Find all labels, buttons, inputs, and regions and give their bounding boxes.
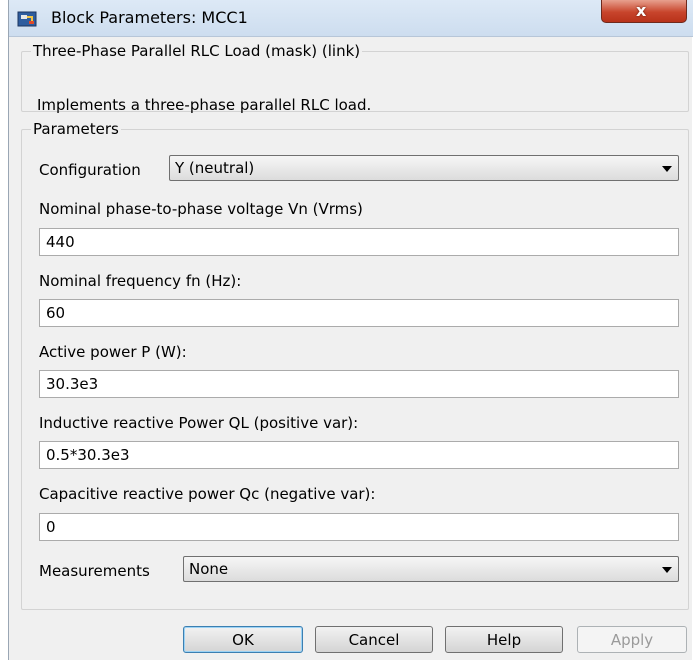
parameters-legend: Parameters	[33, 120, 119, 138]
title-bar[interactable]: Block Parameters: MCC1 x	[9, 0, 693, 37]
inductive-power-input[interactable]	[39, 441, 679, 469]
cancel-button[interactable]: Cancel	[315, 626, 433, 653]
configuration-dropdown[interactable]: Y (neutral)	[169, 155, 679, 181]
ok-button[interactable]: OK	[183, 626, 303, 653]
capacitive-power-label: Capacitive reactive power Qc (negative v…	[39, 485, 376, 503]
apply-button[interactable]: Apply	[577, 626, 687, 653]
window-title: Block Parameters: MCC1	[51, 8, 248, 27]
inductive-power-label: Inductive reactive Power QL (positive va…	[39, 414, 359, 432]
simulink-block-icon	[17, 11, 37, 27]
mask-description: Implements a three-phase parallel RLC lo…	[37, 96, 372, 114]
voltage-label: Nominal phase-to-phase voltage Vn (Vrms)	[39, 200, 363, 218]
active-power-label: Active power P (W):	[39, 343, 187, 361]
measurements-label: Measurements	[39, 562, 150, 580]
mask-description-group: Three-Phase Parallel RLC Load (mask) (li…	[21, 42, 689, 114]
capacitive-power-input[interactable]	[39, 513, 679, 541]
block-parameters-dialog: Block Parameters: MCC1 x Three-Phase Par…	[8, 0, 693, 660]
voltage-input[interactable]	[39, 228, 679, 256]
measurements-dropdown[interactable]: None	[183, 556, 679, 582]
measurements-value: None	[189, 560, 229, 578]
chevron-down-icon	[662, 166, 672, 172]
mask-title: Three-Phase Parallel RLC Load (mask) (li…	[33, 42, 361, 60]
configuration-label: Configuration	[39, 161, 141, 179]
active-power-input[interactable]	[39, 370, 679, 398]
help-button[interactable]: Help	[445, 626, 563, 653]
close-icon: x	[636, 1, 647, 20]
configuration-value: Y (neutral)	[175, 159, 255, 177]
frequency-input[interactable]	[39, 299, 679, 327]
chevron-down-icon	[662, 567, 672, 573]
frequency-label: Nominal frequency fn (Hz):	[39, 272, 242, 290]
close-button[interactable]: x	[601, 0, 687, 23]
